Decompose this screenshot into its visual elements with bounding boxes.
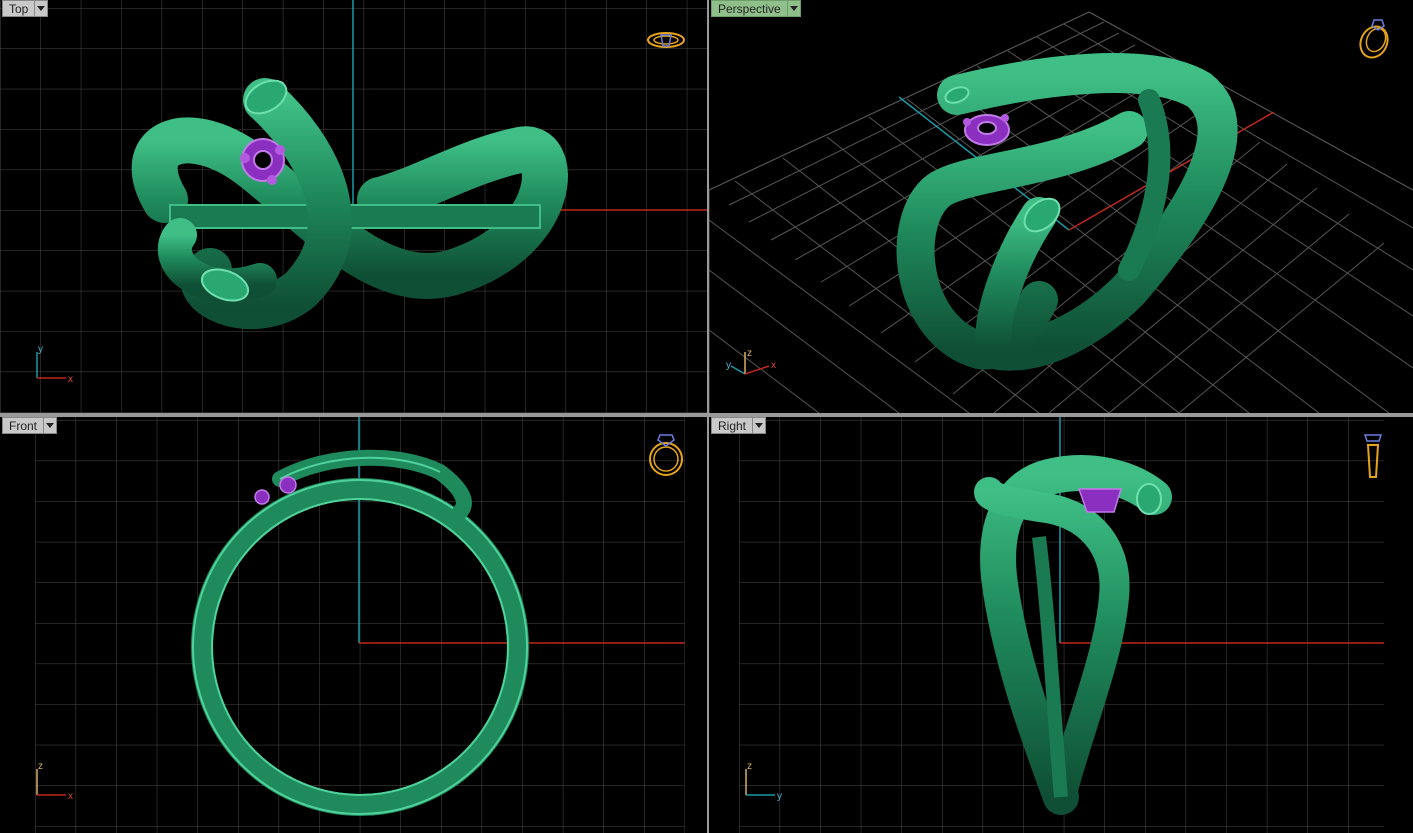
gem-setting-perspective[interactable] xyxy=(963,114,1010,146)
viewport-menu-dropdown[interactable] xyxy=(35,0,49,17)
viewport-right[interactable]: Right z y xyxy=(709,417,1413,833)
right-scene: z y xyxy=(739,417,1384,833)
viewport-tab-front[interactable]: Front xyxy=(2,417,58,434)
axis-label-y: y xyxy=(726,360,731,371)
top-scene: y x xyxy=(0,0,707,413)
axis-gizmo: y z x xyxy=(726,348,776,375)
viewport-tab-perspective[interactable]: Perspective xyxy=(711,0,801,17)
viewport-tab-right[interactable]: Right xyxy=(711,417,767,434)
viewport-front[interactable]: Front z x xyxy=(0,417,707,833)
viewport-top[interactable]: Top y x xyxy=(0,0,707,413)
ring-perspective-icon[interactable] xyxy=(1355,19,1392,62)
viewport-title: Top xyxy=(2,0,36,17)
axis-label-y: y xyxy=(777,791,782,802)
viewport-menu-dropdown[interactable] xyxy=(44,417,58,434)
gem-setting-right[interactable] xyxy=(1077,488,1123,513)
viewport-perspective[interactable]: Perspective y z x xyxy=(709,0,1413,413)
axis-label-x: x xyxy=(68,374,73,385)
axis-label-z: z xyxy=(747,761,752,772)
viewport-menu-dropdown[interactable] xyxy=(787,0,801,17)
axis-label-z: z xyxy=(38,761,43,772)
viewport-tab-top[interactable]: Top xyxy=(2,0,49,17)
axis-label-x: x xyxy=(68,791,73,802)
front-scene: z x xyxy=(35,417,685,833)
axis-label-x: x xyxy=(771,360,776,371)
viewport-menu-dropdown[interactable] xyxy=(753,417,767,434)
axis-label-z: z xyxy=(747,348,752,359)
viewport-title: Perspective xyxy=(711,0,788,17)
viewport-title: Right xyxy=(711,417,754,434)
viewport-title: Front xyxy=(2,417,45,434)
axis-label-y: y xyxy=(38,344,43,355)
perspective-scene: y z x xyxy=(709,11,1413,413)
